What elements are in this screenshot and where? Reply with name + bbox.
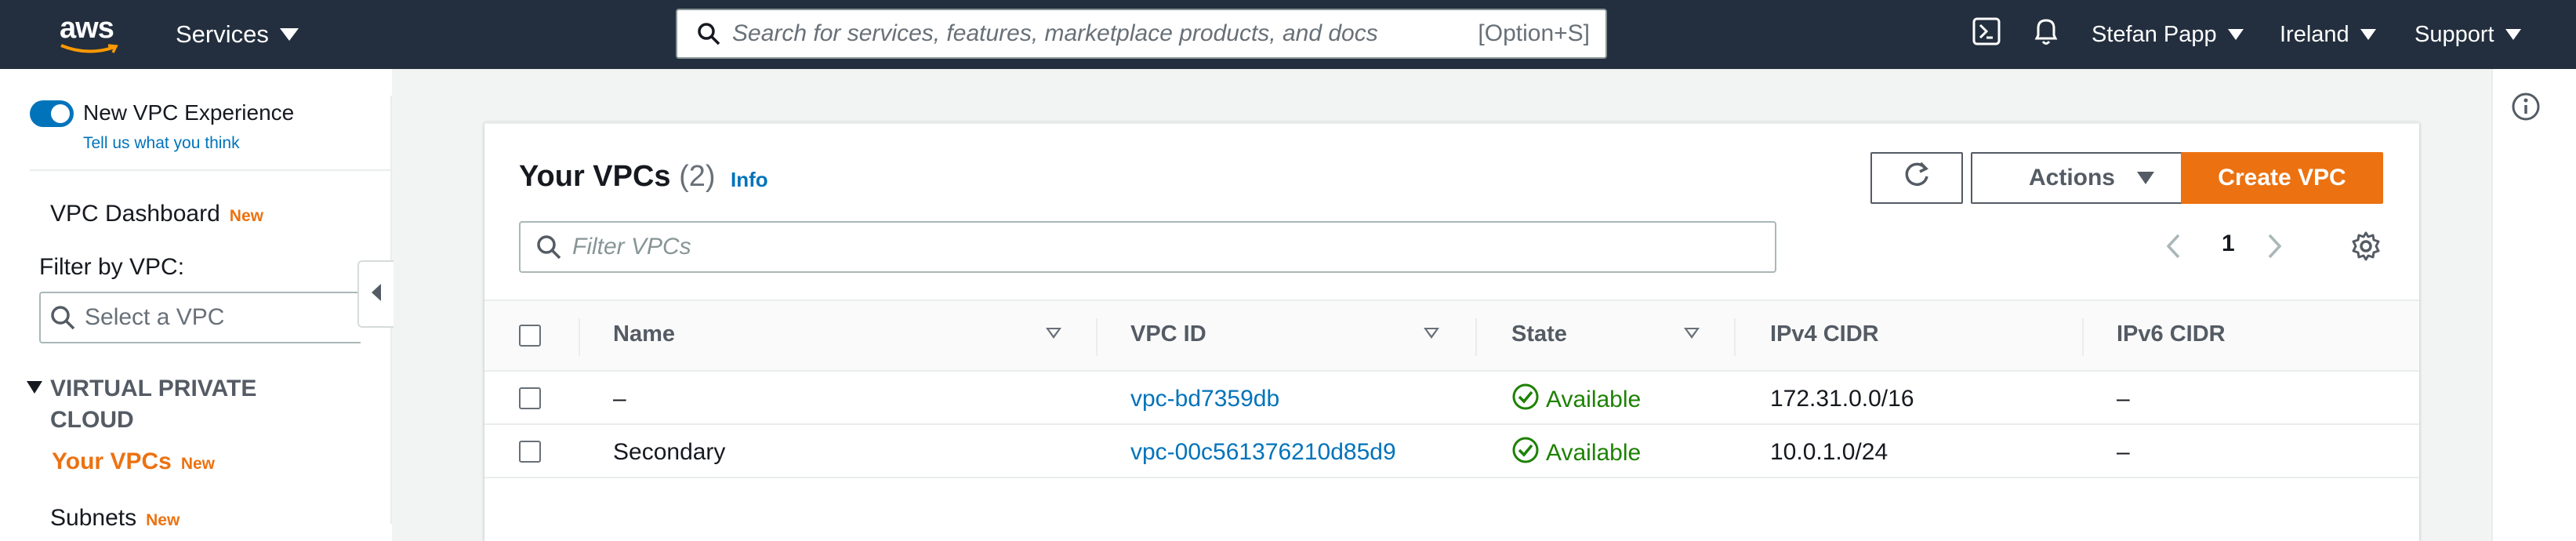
current-page-number[interactable]: 1 <box>2222 231 2235 257</box>
top-navigation-bar: aws Services Search for services, featur… <box>0 0 2576 69</box>
region-menu-button[interactable]: Ireland <box>2280 0 2376 69</box>
search-shortcut-hint: [Option+S] <box>1478 20 1590 46</box>
filter-vpcs-input[interactable]: Filter VPCs <box>519 221 1776 273</box>
collapse-sidebar-button[interactable] <box>357 260 394 328</box>
caret-down-icon <box>2505 29 2521 40</box>
cell-vpc-id-link[interactable]: vpc-bd7359db <box>1130 386 1279 412</box>
column-header-ipv6-cidr[interactable]: IPv6 CIDR <box>2117 321 2226 347</box>
table-preferences-button[interactable] <box>2350 224 2382 271</box>
column-header-ipv4-cidr[interactable]: IPv4 CIDR <box>1770 321 1879 347</box>
sidebar-item-subnets[interactable]: Subnets New <box>50 505 180 532</box>
new-vpc-experience-toggle[interactable] <box>30 100 74 127</box>
column-header-state[interactable]: State <box>1511 321 1567 347</box>
expand-caret-icon <box>27 381 42 394</box>
cell-ipv6-cidr: – <box>2117 439 2130 465</box>
sidebar-section-virtual-private-cloud[interactable]: VIRTUAL PRIVATE CLOUD <box>27 373 325 436</box>
cell-vpc-id-link[interactable]: vpc-00c561376210d85d9 <box>1130 439 1396 466</box>
column-divider <box>1734 318 1736 356</box>
account-menu-button[interactable]: Stefan Papp <box>2092 0 2244 69</box>
next-page-button[interactable] <box>2266 224 2284 271</box>
actions-dropdown-button[interactable]: Actions <box>1971 152 2212 204</box>
table-row[interactable]: Secondary vpc-00c561376210d85d9 Availabl… <box>484 427 2419 478</box>
caret-down-icon <box>2227 29 2244 40</box>
caret-down-icon <box>2360 29 2376 40</box>
column-divider <box>1096 318 1098 356</box>
cloudshell-button[interactable] <box>1972 0 2001 69</box>
collapse-arrow-icon <box>370 282 383 307</box>
cell-name: Secondary <box>613 439 726 465</box>
refresh-icon <box>1902 160 1932 196</box>
feedback-link[interactable]: Tell us what you think <box>83 134 240 153</box>
search-icon <box>685 10 732 57</box>
search-icon <box>41 303 85 332</box>
settings-gear-icon <box>2350 231 2382 266</box>
sidebar-item-vpc-dashboard[interactable]: VPC Dashboard New <box>50 201 263 227</box>
cell-ipv4-cidr: 172.31.0.0/16 <box>1770 386 1914 412</box>
new-badge: New <box>229 207 263 225</box>
info-link[interactable]: Info <box>731 168 768 192</box>
cell-ipv4-cidr: 10.0.1.0/24 <box>1770 439 1888 465</box>
cell-ipv6-cidr: – <box>2117 386 2130 412</box>
services-menu-button[interactable]: Services <box>176 17 299 52</box>
support-menu-button[interactable]: Support <box>2415 0 2521 69</box>
cell-name: – <box>613 386 626 412</box>
column-divider <box>1475 318 1477 356</box>
sort-icon[interactable] <box>1424 328 1439 339</box>
new-badge: New <box>146 511 180 529</box>
table-row[interactable]: – vpc-bd7359db Available 172.31.0.0/16 – <box>484 373 2419 425</box>
chevron-left-icon <box>2164 232 2182 264</box>
cloudshell-icon <box>1972 17 2001 52</box>
caret-down-icon <box>2137 172 2154 184</box>
filter-by-vpc-label: Filter by VPC: <box>39 254 185 280</box>
row-select-checkbox[interactable] <box>519 387 541 409</box>
global-search-input[interactable]: Search for services, features, marketpla… <box>676 9 1607 59</box>
notifications-button[interactable] <box>2032 0 2060 69</box>
refresh-button[interactable] <box>1870 152 1963 204</box>
aws-logo[interactable]: aws <box>60 11 121 55</box>
create-vpc-button[interactable]: Create VPC <box>2181 152 2383 204</box>
sidebar-divider <box>30 169 392 171</box>
vpc-filter-select[interactable]: Select a VPC <box>39 292 361 343</box>
sort-icon[interactable] <box>1046 328 1061 339</box>
select-all-checkbox[interactable] <box>519 325 541 347</box>
search-icon <box>525 233 572 261</box>
vpc-count: (2) <box>679 160 716 193</box>
new-vpc-experience-label: New VPC Experience <box>83 100 295 125</box>
check-circle-icon <box>1511 436 1540 470</box>
cell-state: Available <box>1511 436 1641 470</box>
column-divider <box>2082 318 2084 356</box>
aws-smile-icon <box>60 44 118 53</box>
page-title: Your VPCs (2) <box>519 160 716 193</box>
table-header: Name VPC ID State IPv4 CIDR IPv6 CIDR <box>484 300 2419 372</box>
column-header-name[interactable]: Name <box>613 321 675 347</box>
info-circle-icon[interactable] <box>2510 91 2542 126</box>
sidebar-item-your-vpcs[interactable]: Your VPCs New <box>52 448 215 475</box>
row-select-checkbox[interactable] <box>519 441 541 463</box>
cell-state: Available <box>1511 383 1641 417</box>
sort-icon[interactable] <box>1684 328 1700 339</box>
caret-down-icon <box>279 28 299 41</box>
search-placeholder: Search for services, features, marketpla… <box>732 20 1378 46</box>
chevron-right-icon <box>2266 232 2284 264</box>
bell-icon <box>2032 16 2060 53</box>
check-circle-icon <box>1511 383 1540 417</box>
help-panel-rail <box>2491 69 2576 541</box>
new-badge: New <box>180 455 215 473</box>
previous-page-button[interactable] <box>2164 224 2182 271</box>
column-divider <box>579 318 580 356</box>
column-header-vpc-id[interactable]: VPC ID <box>1130 321 1206 347</box>
vpcs-table-container: Your VPCs (2) Info Actions Create VPC Fi… <box>484 122 2419 541</box>
